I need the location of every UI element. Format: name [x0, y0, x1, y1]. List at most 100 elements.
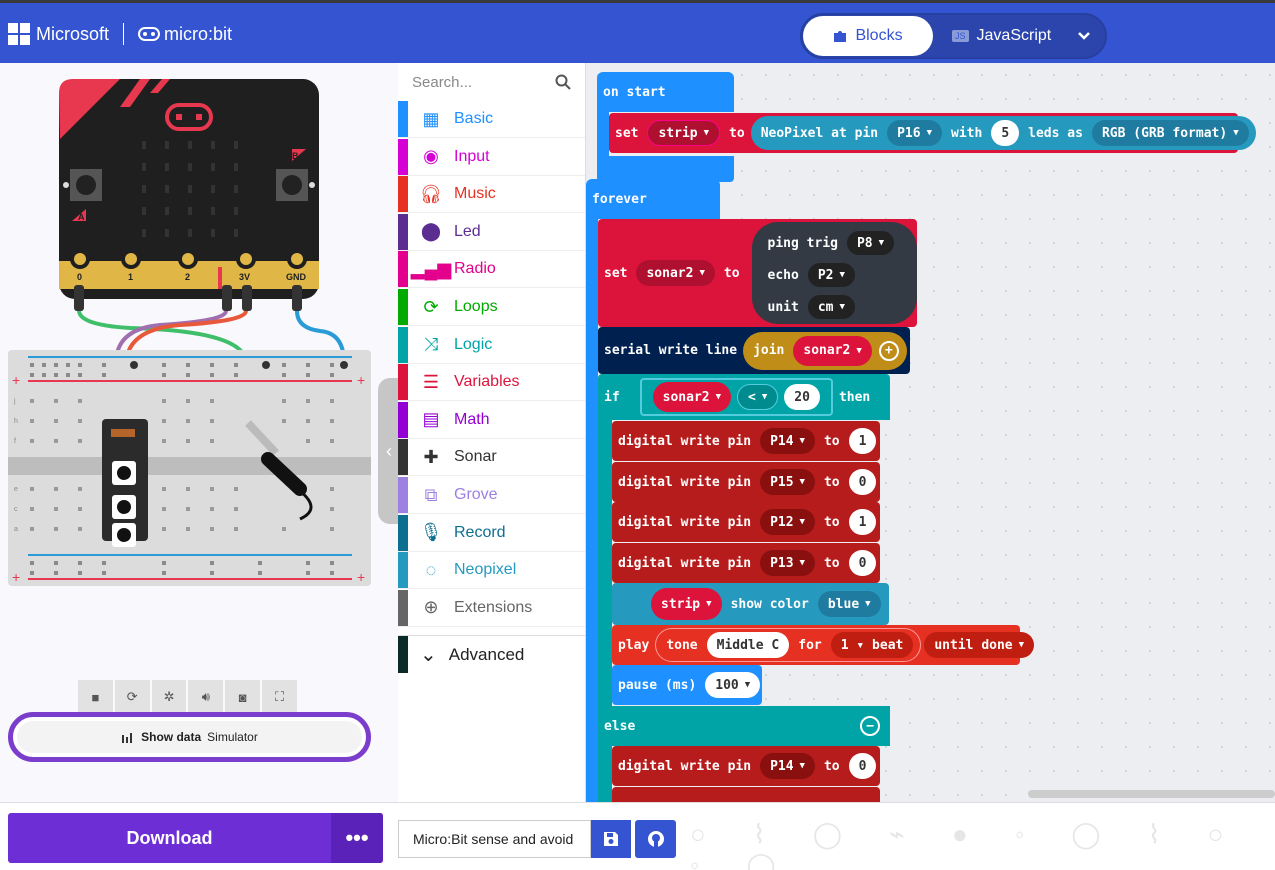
- digital-write-block-1[interactable]: digital write pin P14 ▼ to 1: [612, 421, 880, 461]
- debug-icon[interactable]: ✲: [151, 680, 187, 714]
- pin-dropdown[interactable]: P14 ▼: [760, 428, 815, 454]
- to-label: to: [823, 433, 840, 449]
- play-tone-block[interactable]: play tone Middle C for 1 ▾ beat until do…: [612, 625, 1035, 665]
- echo-pin-dropdown[interactable]: P2 ▼: [807, 263, 855, 287]
- toolbox-search[interactable]: Search...: [398, 63, 585, 101]
- blocks-workspace[interactable]: on start set strip ▼ to NeoPixel at pin P…: [586, 63, 1275, 802]
- blocks-tab[interactable]: Blocks: [803, 16, 933, 56]
- category-loops[interactable]: ⟳ Loops: [398, 289, 585, 326]
- pin-p16-dropdown[interactable]: P16 ▼: [887, 120, 943, 146]
- value-input[interactable]: 1: [848, 509, 877, 535]
- rgb-format-dropdown[interactable]: RGB (GRB format) ▼: [1091, 120, 1249, 146]
- sonar2-variable-pill[interactable]: sonar2 ▼: [652, 382, 732, 412]
- pin-dropdown[interactable]: P15 ▼: [760, 469, 815, 495]
- pause-ms-dropdown[interactable]: 100 ▼: [705, 672, 761, 698]
- category-input[interactable]: ◉ Input: [398, 138, 585, 176]
- play-mode-dropdown[interactable]: until done ▼: [924, 632, 1035, 658]
- screenshot-icon[interactable]: ◙: [225, 680, 261, 714]
- join-block[interactable]: join sonar2 ▼ +: [743, 331, 907, 370]
- javascript-tab[interactable]: JS JavaScript: [952, 16, 1062, 56]
- remove-else-icon[interactable]: −: [860, 716, 880, 736]
- operator-dropdown[interactable]: < ▼: [737, 384, 779, 410]
- pin-dropdown[interactable]: P12 ▼: [760, 509, 815, 535]
- digital-write-block-2[interactable]: digital write pin P15 ▼ to 0: [612, 462, 880, 502]
- restart-icon[interactable]: ⟳: [114, 680, 150, 714]
- value-input[interactable]: 1: [848, 428, 877, 454]
- category-basic[interactable]: ▦ Basic: [398, 101, 585, 138]
- value-input[interactable]: 0: [848, 550, 877, 576]
- category-variables[interactable]: ☰ Variables: [398, 364, 585, 402]
- show-color-block[interactable]: strip ▼ show color blue ▼: [612, 583, 889, 625]
- svg-text:+: +: [357, 372, 365, 388]
- category-record[interactable]: 🎙︎ Record: [398, 514, 585, 552]
- category-led[interactable]: ⬤ Led: [398, 213, 585, 251]
- category-music[interactable]: 🎧︎ Music: [398, 176, 585, 214]
- serial-write-line-block[interactable]: serial write line join sonar2 ▼ +: [598, 327, 910, 374]
- microbit-label[interactable]: micro:bit: [164, 24, 232, 45]
- comparison-block[interactable]: sonar2 ▼ < ▼ 20: [639, 378, 833, 416]
- color-dropdown[interactable]: blue ▼: [817, 591, 881, 617]
- project-name-input[interactable]: Micro:Bit sense and avoid: [398, 820, 591, 858]
- download-more-button[interactable]: •••: [331, 813, 383, 863]
- mute-icon[interactable]: 🔊︎: [188, 680, 224, 714]
- stop-icon[interactable]: ■: [78, 680, 113, 714]
- save-button[interactable]: [591, 820, 631, 858]
- category-extensions[interactable]: ⊕ Extensions: [398, 589, 585, 627]
- set-sonar-block[interactable]: set sonar2 ▼ to ping trig P8 ▼ echo P2 ▼ unit…: [598, 219, 917, 327]
- pause-ms-value: 100: [715, 677, 739, 693]
- add-plus-icon[interactable]: +: [878, 340, 899, 361]
- pin-dropdown[interactable]: P14 ▼: [760, 753, 815, 779]
- else-block[interactable]: else −: [598, 706, 890, 746]
- caret-down-icon: ▼: [744, 680, 751, 690]
- sonar2-variable-pill[interactable]: sonar2 ▼: [793, 335, 872, 366]
- tone-block[interactable]: tone Middle C for 1 ▾ beat: [655, 628, 922, 662]
- value-input[interactable]: 0: [848, 753, 877, 779]
- fullscreen-icon[interactable]: ⛶: [262, 680, 297, 714]
- digital-write-block-5[interactable]: digital write pin P14 ▼ to 0: [612, 746, 880, 786]
- strip-variable-pill[interactable]: strip ▼: [651, 588, 722, 620]
- category-logic[interactable]: ⤨ Logic: [398, 326, 585, 364]
- collapse-simulator-button[interactable]: ‹: [378, 378, 400, 524]
- language-dropdown-button[interactable]: [1064, 16, 1104, 56]
- on-start-block[interactable]: on start: [597, 72, 734, 112]
- forever-block[interactable]: forever: [586, 179, 720, 219]
- category-sonar[interactable]: ✚ Sonar: [398, 439, 585, 477]
- simulator-view[interactable]: A B 0 1 2 3V GND + + + + j h f e c a: [0, 63, 398, 603]
- pin-dropdown[interactable]: P13 ▼: [760, 550, 815, 576]
- set-strip-block[interactable]: set strip ▼ to NeoPixel at pin P16 ▼ with …: [609, 113, 1256, 153]
- horizontal-scrollbar[interactable]: [1028, 790, 1275, 798]
- to-label: to: [729, 125, 745, 141]
- ellipsis-icon: •••: [345, 825, 369, 850]
- show-data-button[interactable]: Show data Simulator: [8, 712, 371, 762]
- neopixel-create-block[interactable]: NeoPixel at pin P16 ▼ with 5 leds as RGB …: [750, 116, 1256, 150]
- download-button[interactable]: Download: [8, 813, 331, 863]
- digital-write-block-6[interactable]: [612, 787, 880, 802]
- note-input[interactable]: Middle C: [706, 632, 790, 658]
- pause-block[interactable]: pause (ms) 100 ▼: [612, 665, 762, 705]
- value-input[interactable]: 0: [848, 469, 877, 495]
- sonar2-variable-dropdown[interactable]: sonar2 ▼: [636, 260, 715, 286]
- strip-variable-dropdown[interactable]: strip ▼: [647, 120, 721, 146]
- ping-block[interactable]: ping trig P8 ▼ echo P2 ▼ unit cm ▼: [751, 222, 917, 324]
- category-math[interactable]: ▤ Math: [398, 401, 585, 439]
- digital-write-block-4[interactable]: digital write pin P13 ▼ to 0: [612, 543, 880, 583]
- footer-bar: Download ••• Micro:Bit sense and avoid ○…: [0, 802, 1275, 870]
- if-block[interactable]: if sonar2 ▼ < ▼ 20 then: [598, 374, 890, 420]
- breadboard-row-e: e: [14, 486, 18, 493]
- beat-dropdown[interactable]: 1 ▾ beat: [830, 632, 914, 658]
- loop-icon: ⟳: [423, 296, 439, 317]
- github-button[interactable]: [635, 820, 676, 858]
- category-label: Led: [454, 222, 481, 240]
- trig-pin-dropdown[interactable]: P8 ▼: [846, 231, 895, 255]
- digital-write-block-3[interactable]: digital write pin P12 ▼ to 1: [612, 502, 880, 542]
- github-icon: [647, 831, 664, 847]
- category-label: Input: [454, 147, 490, 165]
- category-neopixel[interactable]: ◌ Neopixel: [398, 552, 585, 590]
- leds-count-input[interactable]: 5: [991, 120, 1020, 146]
- threshold-input[interactable]: 20: [784, 384, 820, 410]
- search-input[interactable]: Search...: [412, 74, 472, 91]
- category-radio[interactable]: ▂▄▆ Radio: [398, 251, 585, 289]
- unit-dropdown[interactable]: cm ▼: [807, 295, 855, 319]
- category-grove[interactable]: ⧉ Grove: [398, 477, 585, 514]
- advanced-category[interactable]: ⌄ Advanced: [398, 635, 585, 673]
